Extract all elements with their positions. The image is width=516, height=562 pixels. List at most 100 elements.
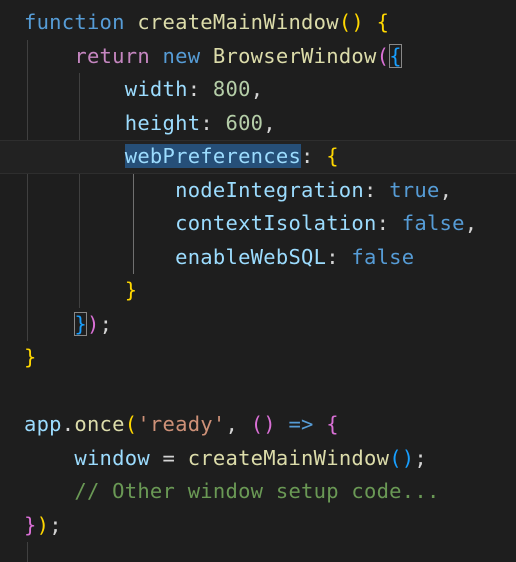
code-line[interactable]: // Other window setup code... [0,475,516,509]
code-text: webPreferences: { [24,140,339,174]
code-token: , [439,177,453,202]
code-token: function [24,10,125,34]
code-line[interactable]: enableWebSQL: false [0,241,516,275]
code-token: new [162,43,201,68]
code-token: () [389,445,415,470]
code-token: : [364,177,390,202]
code-token: = [149,445,188,470]
code-token: app [24,412,62,436]
code-text: } [24,341,37,375]
code-line[interactable]: } [0,341,516,375]
code-token: } [24,345,37,369]
code-line[interactable] [0,375,516,409]
code-token: ( [124,412,138,436]
code-token: } [74,311,87,336]
code-token: { [326,144,339,168]
code-line[interactable]: window = createMainWindow(); [0,442,516,476]
code-line[interactable]: }); [0,308,516,342]
code-line[interactable]: } [0,274,516,308]
code-token: once [74,412,125,436]
code-line[interactable]: contextIsolation: false, [0,207,516,241]
code-token: enableWebSQL [175,244,327,269]
code-token: , [225,412,251,436]
code-text: }); [24,308,112,342]
code-token: { [389,43,402,68]
code-line[interactable]: nodeIntegration: true, [0,174,516,208]
code-token: 600 [225,110,264,135]
code-token: : [200,110,226,135]
code-token: } [124,278,138,302]
code-text: enableWebSQL: false [24,241,414,275]
code-line[interactable]: app.once('ready', () => { [0,408,516,442]
code-token: } [24,512,37,537]
code-token: { [326,412,339,436]
code-text: function createMainWindow() { [24,6,389,40]
code-token: window [74,445,150,470]
code-editor[interactable]: function createMainWindow() { return new… [0,0,516,562]
code-line[interactable]: }); [0,509,516,543]
code-line[interactable]: height: 600, [0,107,516,141]
code-token: return [74,43,150,68]
code-token: , [250,77,264,101]
code-token: , [263,110,276,135]
code-token: createMainWindow [187,445,390,470]
code-token: () [338,10,365,34]
code-token: BrowserWindow [212,43,377,68]
code-text: height: 600, [24,107,276,141]
code-text: app.once('ready', () => { [24,408,339,442]
code-token: contextIsolation [175,211,377,235]
code-token: 800 [212,77,251,101]
code-token: false [401,211,465,235]
code-token: : [301,144,327,168]
code-token: 'ready' [137,412,226,436]
code-token: , [464,211,478,235]
code-text: // Other window setup code... [24,475,440,509]
code-line[interactable]: function createMainWindow() { [0,6,516,40]
code-token: webPreferences [124,144,302,168]
code-token: createMainWindow [137,10,339,34]
code-line[interactable]: width: 800, [0,73,516,107]
code-text: }); [24,509,62,543]
code-token: : [326,244,352,269]
code-token: ) [86,311,100,336]
code-token: => [288,412,314,436]
code-token: width [124,77,188,101]
code-token: . [61,412,75,436]
code-token: { [376,10,390,34]
code-token: ( [376,43,390,68]
code-text: window = createMainWindow(); [24,442,427,476]
code-text: nodeIntegration: true, [24,174,452,208]
code-token: true [389,177,440,202]
code-token: ; [49,512,62,537]
code-token: nodeIntegration [175,177,364,202]
code-token: ; [99,311,113,336]
current-line[interactable]: webPreferences: { [0,140,516,174]
code-text: width: 800, [24,73,263,107]
code-text: return new BrowserWindow({ [24,40,402,74]
code-line[interactable]: return new BrowserWindow({ [0,40,516,74]
code-token: ) [36,512,50,537]
code-token: height [124,110,201,135]
code-token: : [376,211,402,235]
code-token: ; [414,445,427,470]
code-token: // Other window setup code... [74,479,440,503]
code-text: } [24,274,137,308]
code-line[interactable] [0,542,516,562]
